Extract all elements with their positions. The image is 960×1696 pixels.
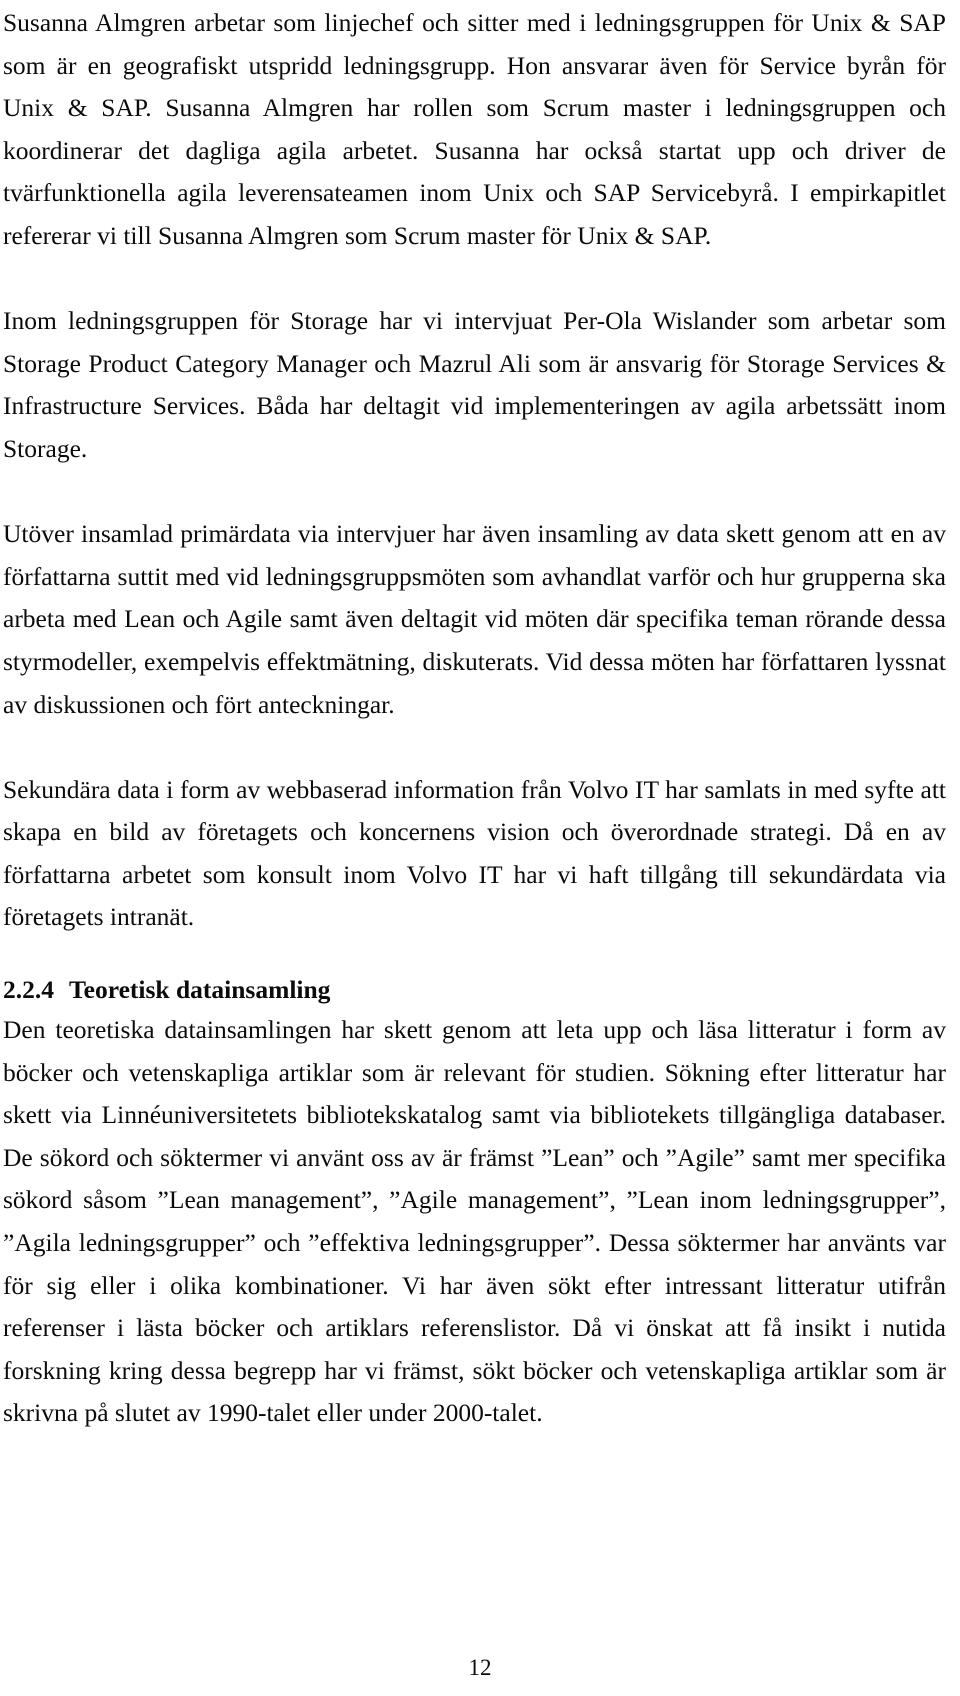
- section-title: Teoretisk datainsamling: [69, 975, 331, 1005]
- document-page: Susanna Almgren arbetar som linjechef oc…: [0, 0, 960, 1696]
- paragraph-primardata-insamling: Utöver insamlad primärdata via intervjue…: [3, 519, 946, 719]
- section-number: 2.2.4: [3, 975, 54, 1005]
- paragraph-sekundara-data: Sekundära data i form av webbaserad info…: [3, 774, 946, 932]
- paragraph-teoretisk-datainsamling: Den teoretiska datainsamlingen har skett…: [3, 1015, 946, 1428]
- section-heading-2-2-4: 2.2.4 Teoretisk datainsamling: [3, 973, 946, 1007]
- paragraph-storage-ledningsgrupp: Inom ledningsgruppen för Storage har vi …: [3, 306, 946, 463]
- paragraph-susanna-almgren: Susanna Almgren arbetar som linjechef oc…: [3, 8, 946, 250]
- page-content: Susanna Almgren arbetar som linjechef oc…: [3, 0, 946, 1435]
- page-number-footer: 12: [468, 1655, 492, 1680]
